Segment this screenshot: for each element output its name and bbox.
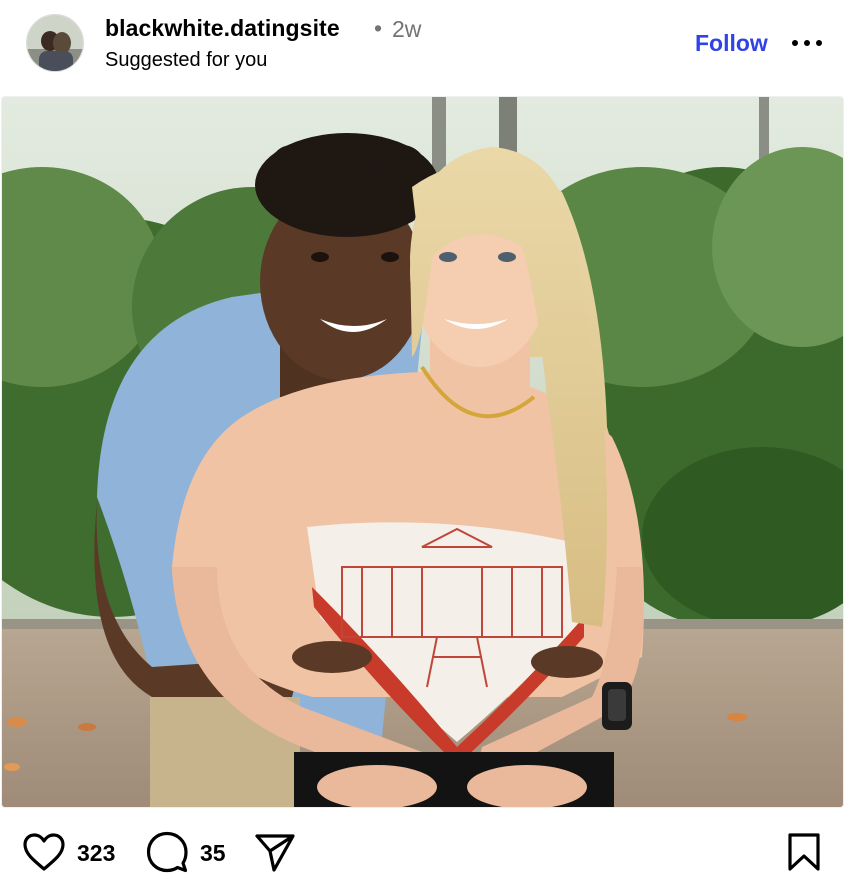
bookmark-icon[interactable] xyxy=(786,832,822,872)
like-count[interactable]: 323 xyxy=(77,840,115,867)
post-photo[interactable] xyxy=(1,96,844,808)
post-time[interactable]: 2w xyxy=(392,16,421,43)
comment-icon[interactable] xyxy=(146,831,188,873)
follow-button[interactable]: Follow xyxy=(695,30,768,57)
username-link[interactable]: blackwhite.datingsite xyxy=(105,15,340,42)
suggested-label: Suggested for you xyxy=(105,49,268,71)
action-bar xyxy=(0,808,844,890)
more-options-icon[interactable] xyxy=(790,33,824,53)
comment-count[interactable]: 35 xyxy=(200,840,226,867)
separator-dot: • xyxy=(374,15,383,41)
share-icon[interactable] xyxy=(254,833,296,873)
post-header: blackwhite.datingsite • 2w Suggested for… xyxy=(0,0,844,96)
heart-icon[interactable] xyxy=(22,832,66,872)
avatar[interactable] xyxy=(26,14,84,72)
